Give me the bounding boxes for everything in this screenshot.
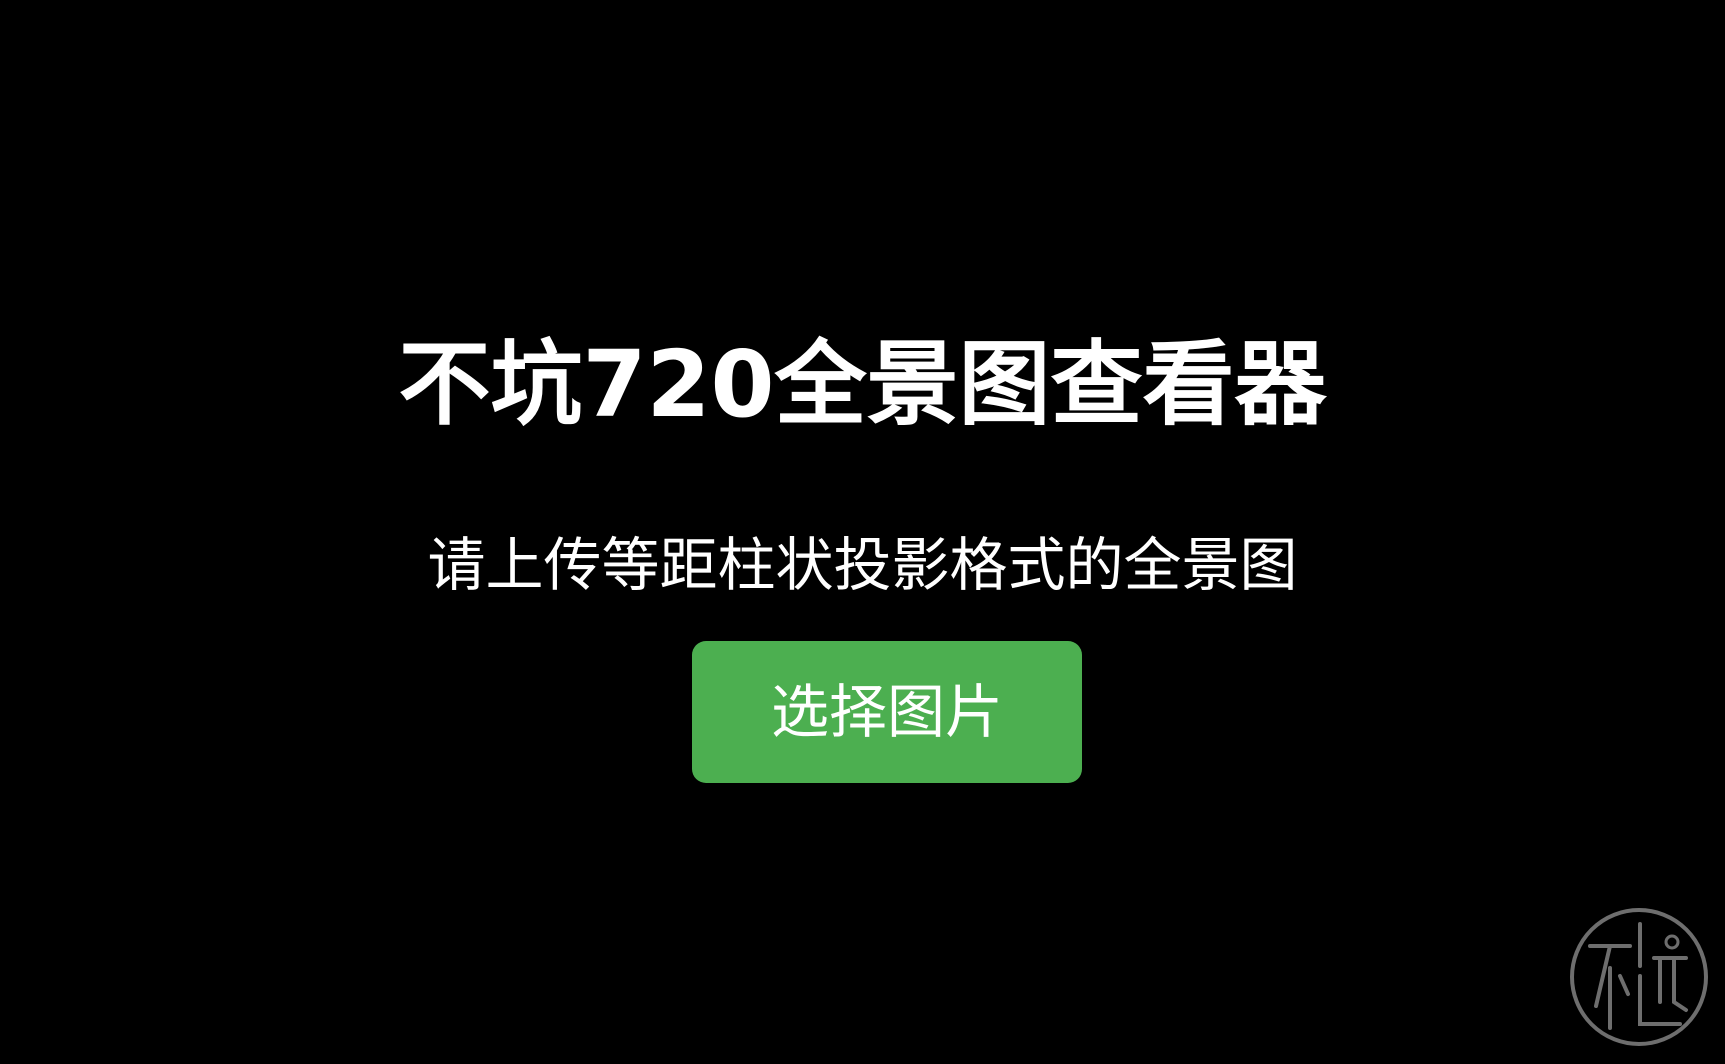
viewer-page: 不坑720全景图查看器 请上传等距柱状投影格式的全景图 选择图片	[0, 0, 1725, 1064]
upload-instruction: 请上传等距柱状投影格式的全景图	[427, 531, 1298, 599]
brand-seal-icon	[1568, 906, 1710, 1048]
select-image-button[interactable]: 选择图片	[692, 641, 1082, 783]
welcome-panel: 不坑720全景图查看器 请上传等距柱状投影格式的全景图 选择图片	[0, 0, 1725, 1064]
page-title: 不坑720全景图查看器	[398, 331, 1327, 438]
